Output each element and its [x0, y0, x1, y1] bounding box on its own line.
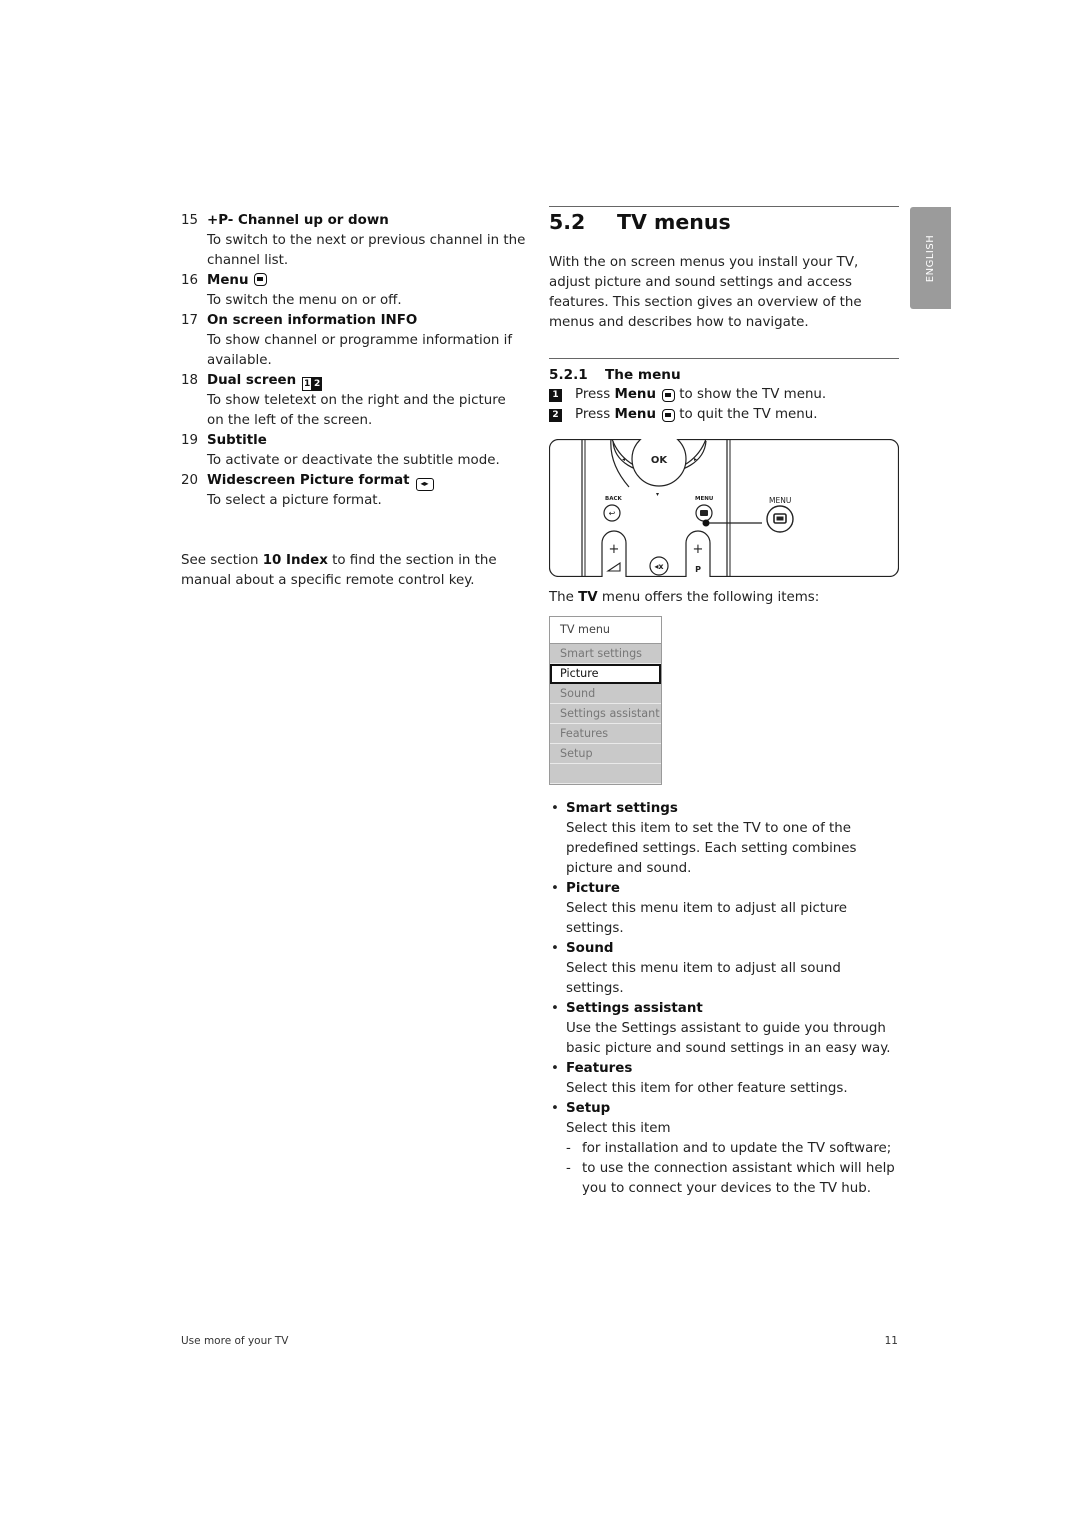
list-item: • Settings assistant Use the Settings assi… [549, 999, 899, 1059]
remote-control-illustration: OK ◂ ▸ ▾ BACK ↩ MENU MENU + ◂x + P [548, 431, 900, 578]
section-intro: With the on screen menus you install you… [549, 255, 862, 330]
item-title: On screen information INFO [207, 313, 418, 328]
item-title: Widescreen Picture format [207, 473, 410, 488]
menu-caption: The TV menu offers the following items: [549, 590, 820, 605]
program-plus-icon: + [693, 542, 704, 557]
item-number: 17 [181, 313, 199, 328]
item-number: 19 [181, 433, 199, 448]
item-description: To switch to the next or previous channe… [207, 233, 526, 268]
tv-menu-title: TV menu [550, 617, 661, 644]
right-arrow-icon: ▸ [694, 456, 697, 463]
program-label: P [695, 565, 701, 574]
step-badge: 2 [549, 408, 562, 422]
item-number: 18 [181, 373, 199, 388]
bullet-title: Features [566, 1061, 633, 1076]
ok-label: OK [651, 455, 669, 466]
item-description: To select a picture format. [207, 493, 382, 508]
list-item: 16 Menu To switch the menu on or off. [181, 271, 526, 311]
item-title: +P- Channel up or down [207, 213, 389, 228]
section-title: TV menus [617, 210, 731, 234]
tv-menu-item-picture: Picture [550, 664, 661, 684]
tv-menu-item-smart-settings: Smart settings [550, 644, 661, 664]
menu-label-small: MENU [695, 496, 713, 502]
remote-keys-list: 15 +P- Channel up or down To switch to t… [181, 211, 526, 591]
volume-plus-icon: + [609, 542, 620, 557]
step-item: 2 Press Menu to quit the TV menu. [549, 405, 899, 425]
menu-item-descriptions: • Smart settings Select this item to set t… [549, 799, 899, 1199]
list-item: • Sound Select this menu item to adjust al… [549, 939, 899, 999]
item-number: 15 [181, 213, 199, 228]
callout-dot [702, 519, 710, 527]
page-number: 11 [884, 1335, 898, 1347]
bullet-text: Select this menu item to adjust all soun… [566, 961, 841, 996]
bullet-text: Select this item [566, 1121, 671, 1136]
list-item: 15 +P- Channel up or down To switch to t… [181, 211, 526, 271]
section-number: 5.2 [549, 210, 586, 234]
tv-menu-screenshot: TV menu Smart settings Picture Sound Set… [549, 616, 662, 785]
bullet-text: Select this menu item to adjust all pict… [566, 901, 848, 936]
menu-glyph [700, 510, 708, 516]
list-item: 19 Subtitle To activate or deactivate th… [181, 431, 526, 471]
bullet-title: Picture [566, 881, 620, 896]
subsection-divider [549, 358, 899, 359]
section-reference: 10 Index [262, 553, 328, 568]
list-item: 18 Dual screen 1 2 To show teletext on the… [181, 371, 526, 431]
bullet-text: Select this item for other feature setti… [566, 1081, 848, 1096]
svg-text:◂x: ◂x [654, 562, 664, 571]
subsection-title: The menu [605, 367, 681, 383]
bullet-title: Settings assistant [566, 1001, 703, 1016]
menu-key-label: Menu [614, 407, 656, 422]
item-description: To show teletext on the right and the pi… [207, 393, 506, 428]
bullet-title: Smart settings [566, 801, 678, 816]
bullet-title: Sound [566, 941, 614, 956]
tv-menu-item-sound: Sound [550, 684, 661, 704]
list-item: • Smart settings Select this item to set t… [549, 799, 899, 879]
down-arrow-icon: ▾ [656, 491, 659, 498]
item-description: To switch the menu on or off. [207, 293, 402, 308]
tv-menus-section: 5.2 TV menus With the on screen menus yo… [548, 206, 900, 1199]
list-item: 20 Widescreen Picture format ◂▸ To select… [181, 471, 526, 511]
bullet-text: Use the Settings assistant to guide you … [566, 1021, 891, 1056]
left-arrow-icon: ◂ [622, 456, 625, 463]
bullet-title: Setup [566, 1101, 611, 1116]
item-description: To show channel or programme information… [207, 333, 513, 368]
list-item: 17 On screen information INFO To show ch… [181, 311, 526, 371]
section-heading: 5.2 TV menus [549, 207, 899, 235]
sub-list-item: - to use the connection assistant which w… [566, 1161, 895, 1196]
tv-menu-item-settings-assistant: Settings assistant [550, 704, 661, 724]
list-item: • Setup Select this item - for installati… [549, 1099, 899, 1199]
see-section-note: See section 10 Index to find the section… [181, 553, 497, 588]
tv-menu-empty-row [550, 764, 661, 784]
menu-label-callout: MENU [769, 496, 791, 505]
dual-screen-icon: 12 [302, 377, 323, 391]
subsection-number: 5.2.1 [549, 367, 588, 383]
list-item: • Picture Select this menu item to adjust … [549, 879, 899, 939]
menu-key-icon [254, 273, 268, 286]
language-tab: ENGLISH [910, 207, 951, 309]
tv-menu-item-features: Features [550, 724, 661, 744]
tv-menu-item-setup: Setup [550, 744, 661, 764]
item-number: 16 [181, 273, 199, 288]
menu-key-icon [662, 408, 675, 422]
svg-text:↩: ↩ [609, 509, 616, 518]
widescreen-icon: ◂▸ [415, 478, 434, 491]
item-title: Menu [207, 273, 249, 288]
footer-chapter: Use more of your TV [181, 1335, 289, 1347]
step-item: 1 Press Menu to show the TV menu. [549, 385, 899, 405]
menu-key-icon [662, 388, 675, 402]
subsection-heading: 5.2.1 The menu [549, 365, 899, 385]
back-label: BACK [605, 496, 622, 502]
item-number: 20 [181, 473, 199, 488]
item-description: To activate or deactivate the subtitle m… [207, 453, 500, 468]
sub-list-item: - for installation and to update the TV s… [566, 1141, 892, 1156]
list-item: • Features Select this item for other feat… [549, 1059, 899, 1099]
item-title: Subtitle [207, 433, 267, 448]
step-badge: 1 [549, 388, 562, 402]
bullet-text: Select this item to set the TV to one of… [566, 821, 857, 876]
menu-key-label: Menu [614, 387, 656, 402]
item-title: Dual screen [207, 373, 297, 388]
